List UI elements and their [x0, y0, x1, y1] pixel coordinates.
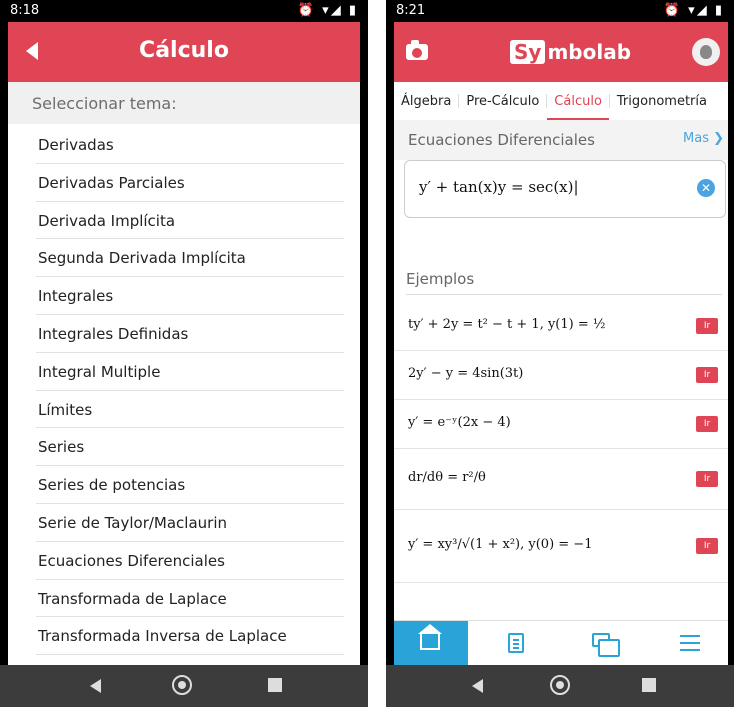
subject-tab[interactable]: Trigonometría — [610, 82, 714, 120]
go-button[interactable]: Ir — [696, 318, 718, 334]
topic-label: Series — [38, 438, 85, 457]
topic-label: Transformada de Laplace — [38, 589, 227, 608]
nav-back-icon[interactable] — [472, 679, 483, 693]
topic-label: Derivadas — [38, 136, 114, 154]
app-bar: Cálculo — [8, 22, 360, 82]
topic-list-item[interactable]: Integrales — [8, 277, 360, 315]
go-button[interactable]: Ir — [696, 471, 718, 487]
clear-icon[interactable]: ✕ — [697, 179, 715, 197]
example-equation: dr/dθ = r²/θ — [408, 470, 486, 485]
example-row[interactable]: y′ = e⁻ʸ(2x − 4) Ir — [394, 400, 728, 449]
status-time: 8:18 — [10, 3, 40, 18]
topic-label: Ecuaciones Diferenciales — [38, 551, 225, 570]
nav-home-icon[interactable] — [172, 675, 192, 695]
go-button[interactable]: Ir — [696, 367, 718, 383]
divider — [406, 294, 722, 295]
nav-recents-icon[interactable] — [642, 678, 656, 692]
topic-label: Series de potencias — [38, 476, 186, 495]
topic-list-item[interactable]: Transformada de Laplace — [8, 580, 360, 618]
home-icon — [418, 624, 442, 650]
calculus-topics-screen: Cálculo Seleccionar tema: Derivadas Deriv… — [8, 22, 360, 665]
nav-home-icon[interactable] — [550, 675, 570, 695]
nav-back-icon[interactable] — [90, 679, 101, 693]
topic-list-item[interactable]: Derivadas — [8, 126, 360, 164]
logo-part-1: Sy — [510, 40, 546, 64]
topic-label: Límites — [38, 400, 93, 419]
topic-list: Derivadas Derivadas Parciales Derivada Imp… — [8, 126, 360, 655]
notebook-icon — [508, 633, 524, 653]
topic-label: Transformada Inversa de Laplace — [38, 627, 287, 646]
symbolab-screen: Sy mbolab Álgebra Pre-Cálculo Cálculo Trigo… — [394, 22, 728, 665]
menu-icon — [680, 635, 700, 637]
topic-list-item[interactable]: Ecuaciones Diferenciales — [8, 542, 360, 580]
android-nav-bar — [0, 665, 368, 707]
right-phone-screenshot: 8:21 ⏰ ▾◢ ▮ Sy mbolab Álgebra Pre-Cálculo… — [386, 0, 734, 707]
nav-recents-icon[interactable] — [268, 678, 282, 692]
topic-list-item[interactable]: Series — [8, 428, 360, 466]
subject-tab[interactable]: Cálculo — [547, 82, 609, 121]
select-topic-label: Seleccionar tema: — [32, 94, 177, 113]
example-row[interactable]: dr/dθ = r²/θ Ir — [394, 449, 728, 510]
subject-tab[interactable]: Álgebra — [394, 82, 458, 120]
status-icons: ⏰ ▾◢ ▮ — [297, 3, 358, 18]
topic-list-item[interactable]: Segunda Derivada Implícita — [8, 239, 360, 277]
examples-label: Ejemplos — [406, 270, 475, 288]
select-topic-header: Seleccionar tema: — [8, 82, 360, 124]
status-time: 8:21 — [396, 3, 426, 18]
page-title: Cálculo — [139, 38, 229, 63]
example-equation: y′ = e⁻ʸ(2x − 4) — [408, 415, 511, 430]
example-row[interactable]: y′ = xy³/√(1 + x²), y(0) = −1 Ir — [394, 510, 728, 583]
topic-label: Integrales — [38, 287, 114, 306]
subject-tabs: Álgebra Pre-Cálculo Cálculo Trigonometría — [394, 82, 728, 121]
topic-label: Derivada Implícita — [38, 211, 176, 230]
topic-label: Integrales Definidas — [38, 324, 189, 343]
topic-list-item[interactable]: Límites — [8, 391, 360, 429]
equation-input[interactable]: y′ + tan(x)y = sec(x)| ✕ — [404, 160, 726, 218]
cards-icon — [592, 633, 620, 657]
app-bar: Sy mbolab — [394, 22, 728, 82]
go-button[interactable]: Ir — [696, 538, 718, 554]
topic-list-item[interactable]: Integrales Definidas — [8, 315, 360, 353]
topic-list-item[interactable]: Series de potencias — [8, 466, 360, 504]
home-tab[interactable] — [394, 621, 468, 665]
topic-label: Segunda Derivada Implícita — [38, 249, 246, 268]
logo-part-2: mbolab — [547, 40, 632, 64]
practice-tab[interactable] — [564, 621, 638, 665]
topic-list-item[interactable]: Derivada Implícita — [8, 202, 360, 240]
topic-list-item[interactable]: Transformada Inversa de Laplace — [8, 617, 360, 655]
topic-label: Serie de Taylor/Maclaurin — [38, 513, 228, 532]
example-row[interactable]: ty′ + 2y = t² − t + 1, y(1) = ½ Ir — [394, 302, 728, 351]
bottom-tab-bar — [394, 620, 728, 665]
topic-list-item[interactable]: Integral Multiple — [8, 353, 360, 391]
section-label: Ecuaciones Diferenciales — [408, 131, 595, 149]
status-icons: ⏰ ▾◢ ▮ — [663, 3, 724, 18]
status-bar: 8:21 ⏰ ▾◢ ▮ — [386, 0, 734, 22]
camera-icon[interactable] — [406, 40, 428, 60]
topic-label: Integral Multiple — [38, 362, 161, 381]
avatar[interactable] — [692, 38, 720, 66]
topic-section-header: Ecuaciones Diferenciales Mas ❯ — [394, 120, 728, 160]
menu-tab[interactable] — [652, 621, 726, 665]
example-equation: y′ = xy³/√(1 + x²), y(0) = −1 — [408, 537, 593, 552]
example-equation: ty′ + 2y = t² − t + 1, y(1) = ½ — [408, 317, 606, 332]
subject-tab[interactable]: Pre-Cálculo — [459, 82, 546, 120]
left-phone-screenshot: 8:18 ⏰ ▾◢ ▮ Cálculo Seleccionar tema: De… — [0, 0, 368, 707]
android-nav-bar — [386, 665, 734, 707]
go-button[interactable]: Ir — [696, 416, 718, 432]
equation-input-value: y′ + tan(x)y = sec(x)| — [419, 178, 579, 196]
topic-label: Derivadas Parciales — [38, 173, 185, 192]
symbolab-logo: Sy mbolab — [510, 38, 631, 66]
more-link[interactable]: Mas ❯ — [683, 131, 724, 146]
topic-list-item[interactable]: Serie de Taylor/Maclaurin — [8, 504, 360, 542]
example-equation: 2y′ − y = 4sin(3t) — [408, 366, 524, 381]
topic-list-item[interactable]: Derivadas Parciales — [8, 164, 360, 202]
notebook-tab[interactable] — [478, 621, 552, 665]
examples-list: ty′ + 2y = t² − t + 1, y(1) = ½ Ir 2y′ − y… — [394, 302, 728, 583]
example-row[interactable]: 2y′ − y = 4sin(3t) Ir — [394, 351, 728, 400]
status-bar: 8:18 ⏰ ▾◢ ▮ — [0, 0, 368, 22]
